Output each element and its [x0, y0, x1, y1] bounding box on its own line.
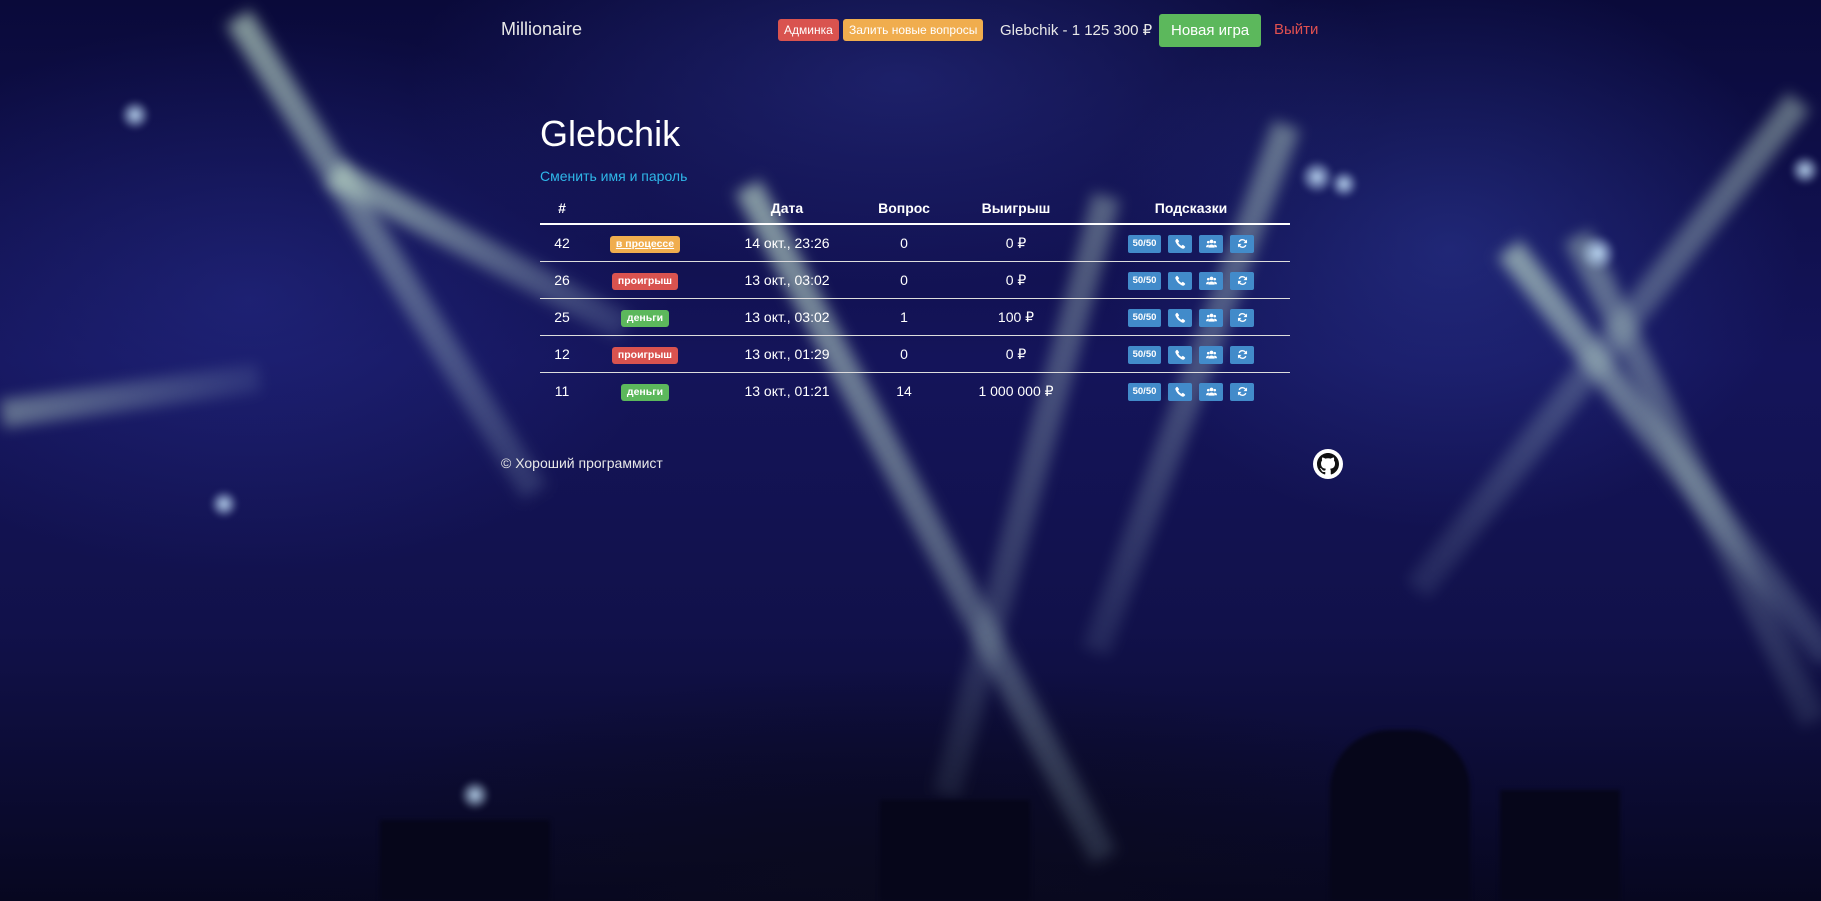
github-icon[interactable] [1313, 449, 1343, 479]
table-row: 12 проигрыш 13 окт., 01:29 0 0 ₽ 50/50 [540, 335, 1290, 373]
game-date: 13 окт., 03:02 [706, 298, 868, 336]
header-hints: Подсказки [1092, 193, 1290, 225]
change-name-password-link[interactable]: Сменить имя и пароль [540, 168, 687, 184]
table-row: 11 деньги 13 окт., 01:21 14 1 000 000 ₽ … [540, 372, 1290, 409]
game-date: 13 окт., 01:21 [706, 372, 868, 409]
hints-group: 50/50 [1127, 271, 1255, 290]
hints-cell: 50/50 [1092, 372, 1290, 409]
logout-link[interactable]: Выйти [1274, 21, 1318, 38]
stage-background [0, 0, 1821, 901]
status-cell: проигрыш [584, 261, 706, 299]
phone-icon [1168, 271, 1193, 290]
fifty-fifty-hint: 50/50 [1127, 382, 1162, 401]
hints-cell: 50/50 [1092, 298, 1290, 336]
status-cell: деньги [584, 298, 706, 336]
game-date: 13 окт., 03:02 [706, 261, 868, 299]
status-badge: проигрыш [611, 346, 679, 364]
fifty-fifty-hint: 50/50 [1127, 308, 1162, 327]
refresh-icon [1230, 234, 1255, 253]
status-badge: проигрыш [611, 272, 679, 290]
header-prize: Выигрыш [940, 193, 1092, 225]
game-date: 13 окт., 01:29 [706, 335, 868, 373]
audience-icon [1199, 308, 1224, 327]
navbar: Millionaire Админка Залить новые вопросы… [0, 0, 1821, 60]
header-question: Вопрос [868, 193, 940, 225]
game-question: 0 [900, 235, 908, 251]
game-id: 25 [540, 298, 584, 336]
game-question: 0 [868, 261, 940, 299]
status-cell: в процессе [584, 224, 706, 262]
game-question: 14 [868, 372, 940, 409]
hints-cell: 50/50 [1092, 261, 1290, 299]
footer-copyright: © Хороший программист [501, 455, 663, 471]
refresh-icon [1230, 308, 1255, 327]
hints-cell: 50/50 [1092, 335, 1290, 373]
brand-link[interactable]: Millionaire [501, 19, 582, 40]
upload-questions-button[interactable]: Залить новые вопросы [843, 19, 984, 41]
game-question: 1 [868, 298, 940, 336]
user-balance[interactable]: Glebchik - 1 125 300 ₽ [1000, 21, 1152, 39]
header-status [584, 193, 706, 225]
table-header-row: # Дата Вопрос Выигрыш Подсказки [540, 193, 1290, 225]
hints-cell: 50/50 [1092, 224, 1290, 262]
phone-icon [1168, 308, 1193, 327]
status-badge[interactable]: в процессе [609, 235, 681, 253]
status-badge: деньги [620, 309, 670, 327]
game-prize: 0 ₽ [940, 335, 1092, 373]
game-prize: 0 ₽ [1005, 234, 1027, 251]
game-prize: 1 000 000 ₽ [940, 372, 1092, 409]
phone-icon [1168, 345, 1193, 364]
hints-group: 50/50 [1127, 234, 1255, 253]
game-id: 26 [540, 261, 584, 299]
header-number: # [540, 193, 584, 225]
hints-group: 50/50 [1127, 382, 1255, 401]
hints-group: 50/50 [1127, 308, 1255, 327]
game-question: 0 [868, 335, 940, 373]
table-row: 42 в процессе 14 окт., 23:26 0 0 ₽ 50/50 [540, 224, 1290, 262]
game-id: 42 [554, 235, 570, 251]
refresh-icon [1230, 345, 1255, 364]
status-cell: проигрыш [584, 335, 706, 373]
games-table: # Дата Вопрос Выигрыш Подсказки 42 в про… [540, 193, 1290, 409]
game-prize: 0 ₽ [940, 261, 1092, 299]
refresh-icon [1230, 271, 1255, 290]
table-row: 26 проигрыш 13 окт., 03:02 0 0 ₽ 50/50 [540, 261, 1290, 299]
game-id: 11 [540, 372, 584, 409]
game-prize: 100 ₽ [940, 298, 1092, 336]
new-game-button[interactable]: Новая игра [1159, 14, 1262, 47]
table-row: 25 деньги 13 окт., 03:02 1 100 ₽ 50/50 [540, 298, 1290, 336]
status-cell: деньги [584, 372, 706, 409]
header-date: Дата [706, 193, 868, 225]
audience-icon [1199, 382, 1224, 401]
admin-button[interactable]: Админка [778, 19, 839, 41]
game-id: 12 [540, 335, 584, 373]
hints-group: 50/50 [1127, 345, 1255, 364]
game-date: 14 окт., 23:26 [744, 235, 830, 251]
audience-icon [1199, 271, 1224, 290]
fifty-fifty-hint: 50/50 [1127, 271, 1162, 290]
status-badge: деньги [620, 383, 670, 401]
audience-icon [1199, 234, 1224, 253]
refresh-icon [1230, 382, 1255, 401]
fifty-fifty-hint: 50/50 [1127, 345, 1162, 364]
page-title: Glebchik [540, 113, 681, 154]
fifty-fifty-hint: 50/50 [1127, 234, 1162, 253]
phone-icon [1168, 382, 1193, 401]
phone-icon [1168, 234, 1193, 253]
audience-icon [1199, 345, 1224, 364]
